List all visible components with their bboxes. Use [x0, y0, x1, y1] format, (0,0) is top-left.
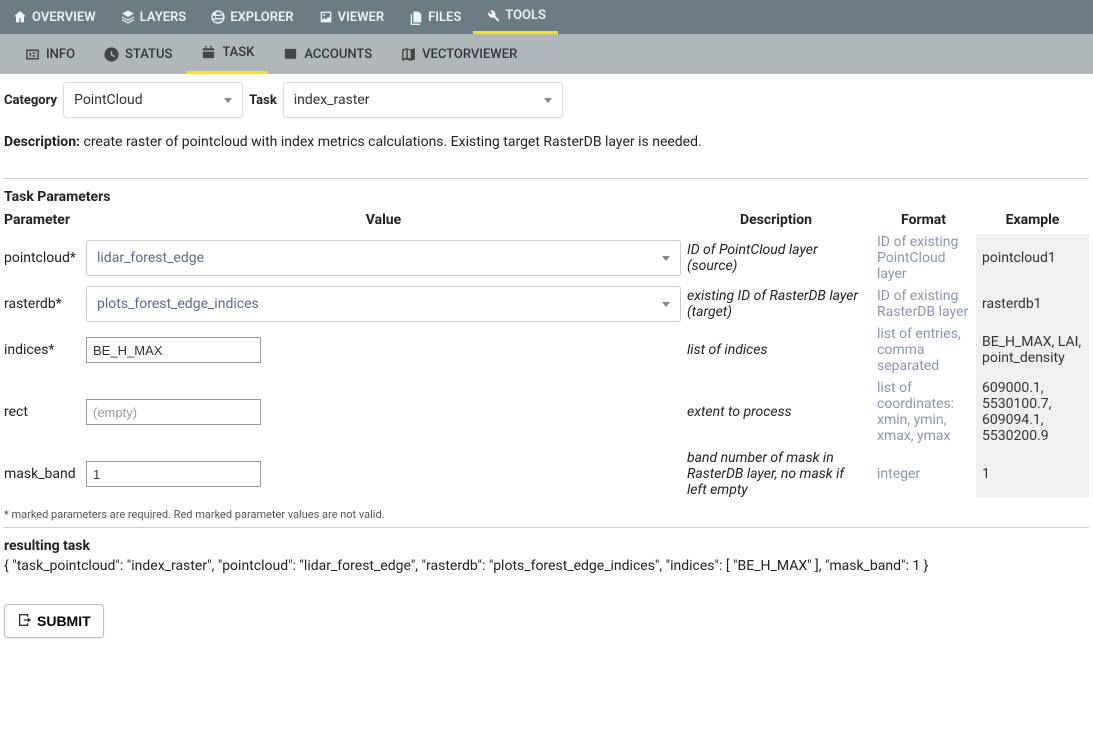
chevron-down-icon	[662, 256, 670, 261]
param-row-rasterdb: rasterdb* plots_forest_edge_indices existi…	[4, 282, 1089, 326]
params-header: Parameter Value Description Format Examp…	[4, 209, 1089, 234]
accounts-icon	[282, 46, 299, 63]
subnav-item-task[interactable]: TASK	[186, 34, 268, 74]
description-text: create raster of pointcloud with index m…	[83, 134, 701, 150]
category-label: Category	[4, 93, 57, 108]
subnav-item-vectorviewer[interactable]: VECTORVIEWER	[386, 34, 531, 74]
image-icon	[318, 9, 334, 25]
task-label: Task	[249, 93, 277, 108]
task-value: index_raster	[294, 92, 370, 108]
chevron-down-icon	[224, 98, 232, 103]
category-dropdown[interactable]: PointCloud	[63, 82, 243, 118]
nav-label: TOOLS	[505, 8, 546, 23]
header-description: Description	[681, 212, 871, 228]
param-example: rasterdb1	[976, 282, 1089, 326]
chevron-down-icon	[544, 98, 552, 103]
param-name: rect	[4, 404, 86, 420]
description-label: Description:	[4, 134, 80, 150]
info-icon	[24, 46, 41, 63]
category-value: PointCloud	[74, 92, 143, 108]
select-value: plots_forest_edge_indices	[97, 296, 259, 312]
param-select-pointcloud[interactable]: lidar_forest_edge	[86, 240, 681, 276]
topnav-item-viewer[interactable]: VIEWER	[306, 0, 397, 34]
param-select-rasterdb[interactable]: plots_forest_edge_indices	[86, 286, 681, 322]
param-example: 1	[976, 450, 1089, 498]
nav-label: ACCOUNTS	[304, 47, 372, 62]
submit-button[interactable]: SUBMIT	[4, 604, 104, 638]
task-icon	[200, 44, 217, 61]
param-input-mask_band[interactable]	[86, 461, 261, 487]
param-desc: existing ID of RasterDB layer (target)	[681, 288, 871, 320]
divider	[4, 527, 1089, 528]
nav-label: LAYERS	[140, 10, 187, 25]
topnav-item-explorer[interactable]: EXPLORER	[198, 0, 305, 34]
task-parameters-title: Task Parameters	[4, 189, 1089, 205]
layers-icon	[120, 9, 136, 25]
task-dropdown[interactable]: index_raster	[283, 82, 563, 118]
divider	[4, 178, 1089, 179]
submit-icon	[17, 612, 33, 631]
param-input-rect[interactable]	[86, 399, 261, 425]
nav-label: STATUS	[125, 47, 172, 62]
param-format: integer	[871, 466, 976, 482]
files-icon	[408, 9, 424, 25]
header-value: Value	[86, 212, 681, 228]
nav-label: INFO	[46, 47, 75, 62]
chevron-down-icon	[662, 302, 670, 307]
home-icon	[12, 9, 28, 25]
resulting-task-json: { "task_pointcloud": "index_raster", "po…	[4, 558, 1089, 574]
resulting-task-label: resulting task	[4, 538, 1089, 554]
nav-label: OVERVIEW	[32, 10, 96, 25]
selector-row: Category PointCloud Task index_raster	[4, 82, 1089, 118]
sub-nav: INFO STATUS TASK ACCOUNTS VECTORVIEWER	[0, 34, 1093, 74]
param-desc: band number of mask in RasterDB layer, n…	[681, 450, 871, 498]
topnav-item-files[interactable]: FILES	[396, 0, 473, 34]
map-icon	[400, 46, 417, 63]
param-row-rect: rect extent to processlist of coordinates…	[4, 374, 1089, 450]
subnav-item-accounts[interactable]: ACCOUNTS	[268, 34, 386, 74]
param-example: 609000.1, 5530100.7, 609094.1, 5530200.9	[976, 374, 1089, 450]
param-desc: ID of PointCloud layer (source)	[681, 242, 871, 274]
nav-label: FILES	[428, 10, 461, 25]
param-row-mask_band: mask_band band number of mask in RasterDB…	[4, 450, 1089, 498]
param-format: list of coordinates: xmin, ymin, xmax, y…	[871, 380, 976, 444]
param-example: BE_H_MAX, LAI, point_density	[976, 326, 1089, 374]
param-row-pointcloud: pointcloud* lidar_forest_edge ID of PointC…	[4, 234, 1089, 282]
description-row: Description: create raster of pointcloud…	[4, 134, 1089, 150]
header-format: Format	[871, 212, 976, 228]
clock-icon	[103, 46, 120, 63]
header-example: Example	[976, 212, 1089, 228]
param-desc: extent to process	[681, 404, 871, 420]
header-parameter: Parameter	[4, 212, 86, 228]
param-name: pointcloud*	[4, 250, 86, 266]
param-name: mask_band	[4, 466, 86, 482]
nav-label: TASK	[222, 45, 254, 60]
param-name: indices*	[4, 342, 86, 358]
param-format: list of entries, comma separated	[871, 326, 976, 374]
param-format: ID of existing PointCloud layer	[871, 234, 976, 282]
param-name: rasterdb*	[4, 296, 86, 312]
wrench-icon	[485, 8, 501, 24]
globe-icon	[210, 9, 226, 25]
param-desc: list of indices	[681, 342, 871, 358]
param-input-indices[interactable]	[86, 337, 261, 363]
topnav-item-layers[interactable]: LAYERS	[108, 0, 199, 34]
param-format: ID of existing RasterDB layer	[871, 288, 976, 320]
param-example: pointcloud1	[976, 234, 1089, 282]
nav-label: VIEWER	[338, 10, 385, 25]
param-row-indices: indices* list of indiceslist of entries, …	[4, 326, 1089, 374]
topnav-item-tools[interactable]: TOOLS	[473, 0, 558, 34]
footnote: * marked parameters are required. Red ma…	[4, 508, 1089, 521]
select-value: lidar_forest_edge	[97, 250, 204, 266]
subnav-item-status[interactable]: STATUS	[89, 34, 186, 74]
nav-label: EXPLORER	[230, 10, 293, 25]
submit-label: SUBMIT	[37, 613, 91, 629]
subnav-item-info[interactable]: INFO	[10, 34, 89, 74]
nav-label: VECTORVIEWER	[422, 47, 517, 62]
top-nav: OVERVIEW LAYERS EXPLORER VIEWER FILES TOOLS	[0, 0, 1093, 34]
topnav-item-overview[interactable]: OVERVIEW	[0, 0, 108, 34]
